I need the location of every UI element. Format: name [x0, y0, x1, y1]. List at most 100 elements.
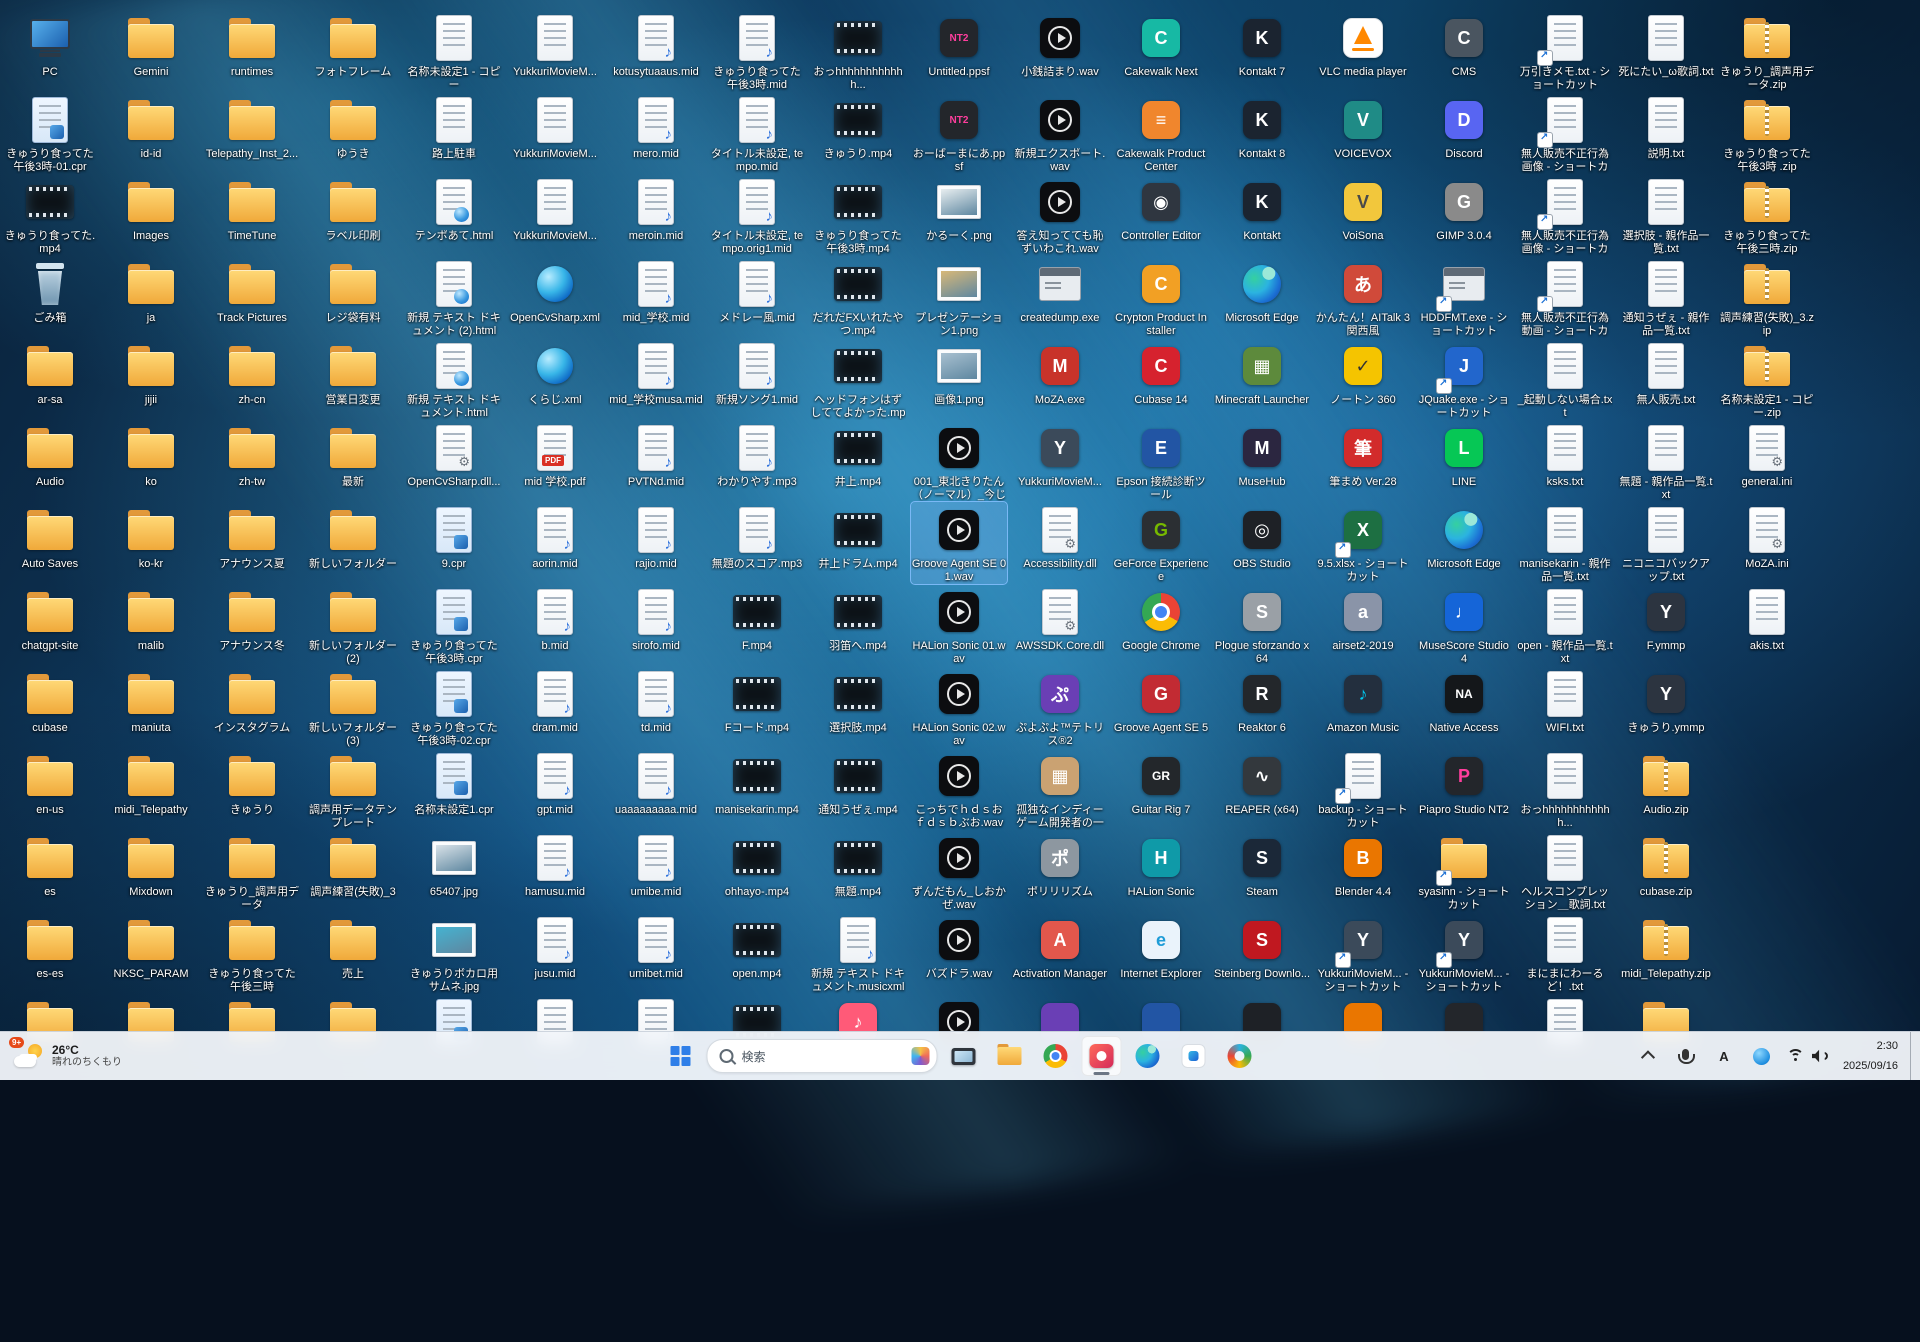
desktop-icon[interactable]: 調声用データテンプレート: [305, 748, 401, 830]
desktop-icon[interactable]: ヘッドフォンはずしててよかった.mp4: [810, 338, 906, 420]
desktop-icon[interactable]: HDDFMT.exe - ショートカット: [1416, 256, 1512, 338]
desktop-icon[interactable]: 万引きメモ.txt - ショートカット: [1517, 10, 1613, 92]
desktop-icon[interactable]: 無人販売不正行為画像 - ショートカッ...: [1517, 92, 1613, 174]
edge-button[interactable]: [1128, 1036, 1168, 1076]
voice-app-button[interactable]: [1174, 1036, 1214, 1076]
desktop-icon[interactable]: mero.mid: [608, 92, 704, 174]
desktop-icon[interactable]: Auto Saves: [2, 502, 98, 584]
desktop-icon[interactable]: 最新: [305, 420, 401, 502]
desktop-icon[interactable]: Telepathy_Inst_2...: [204, 92, 300, 174]
desktop-icon[interactable]: VVoiSona: [1315, 174, 1411, 256]
desktop-icon[interactable]: こっちでｈｄｓおｆｄｓｂぶお.wav: [911, 748, 1007, 830]
file-explorer-button[interactable]: [990, 1036, 1030, 1076]
desktop-icon[interactable]: ▦Minecraft Launcher: [1214, 338, 1310, 420]
desktop-icon[interactable]: createdump.exe: [1012, 256, 1108, 338]
desktop-icon[interactable]: レジ袋有料: [305, 256, 401, 338]
desktop-icon[interactable]: HALion Sonic 02.wav: [911, 666, 1007, 748]
desktop-icon[interactable]: おっhhhhhhhhhhhh...: [810, 10, 906, 92]
desktop-icon[interactable]: インスタグラム: [204, 666, 300, 748]
desktop-icon[interactable]: kotusytuaaus.mid: [608, 10, 704, 92]
desktop-icon[interactable]: 井上ドラム.mp4: [810, 502, 906, 584]
desktop-icon[interactable]: きゅうり食ってた午後3時 .zip: [1719, 92, 1815, 174]
desktop-icon[interactable]: きゅうり食ってた午後3時-02.cpr: [406, 666, 502, 748]
desktop-icon[interactable]: ヘルスコンプレッション＿歌詞.txt: [1517, 830, 1613, 912]
desktop-icon[interactable]: 新規エクスポート.wav: [1012, 92, 1108, 174]
desktop-icon[interactable]: VLC media player: [1315, 10, 1411, 92]
desktop-icon[interactable]: BBlender 4.4: [1315, 830, 1411, 912]
desktop-icon[interactable]: Microsoft Edge: [1416, 502, 1512, 584]
desktop-icon[interactable]: きゅうり食ってた午後3時.cpr: [406, 584, 502, 666]
desktop-icon[interactable]: cubase: [2, 666, 98, 748]
desktop-icon[interactable]: プレゼンテーション1.png: [911, 256, 1007, 338]
tray-microphone-button[interactable]: [1668, 1038, 1704, 1074]
desktop-icon[interactable]: 調声練習(失敗)_3.zip: [1719, 256, 1815, 338]
desktop-icon[interactable]: MMuseHub: [1214, 420, 1310, 502]
desktop-icon[interactable]: きゅうり食ってた午後三時: [204, 912, 300, 994]
desktop-icon[interactable]: malib: [103, 584, 199, 666]
desktop-icon[interactable]: RReaktor 6: [1214, 666, 1310, 748]
desktop-icon[interactable]: きゅうり: [204, 748, 300, 830]
desktop-icon[interactable]: かるーく.png: [911, 174, 1007, 256]
desktop-icon[interactable]: eInternet Explorer: [1113, 912, 1209, 994]
desktop-icon[interactable]: 新規 テキスト ドキュメント.html: [406, 338, 502, 420]
desktop-icon[interactable]: おっhhhhhhhhhhhh...: [1517, 748, 1613, 830]
desktop-icon[interactable]: aairset2-2019: [1315, 584, 1411, 666]
desktop-icon[interactable]: 選択肢.mp4: [810, 666, 906, 748]
desktop-icon[interactable]: td.mid: [608, 666, 704, 748]
desktop-icon[interactable]: 井上.mp4: [810, 420, 906, 502]
desktop-icon[interactable]: mid 学校.pdf: [507, 420, 603, 502]
desktop-icon[interactable]: 名称未設定1 - コピー: [406, 10, 502, 92]
desktop-icon[interactable]: きゅうり.mp4: [810, 92, 906, 174]
desktop-icon[interactable]: GGIMP 3.0.4: [1416, 174, 1512, 256]
desktop-icon[interactable]: CCrypton Product Installer: [1113, 256, 1209, 338]
desktop-icon[interactable]: 選択肢 - 親作品一覧.txt: [1618, 174, 1714, 256]
desktop-icon[interactable]: JJQuake.exe - ショートカット: [1416, 338, 1512, 420]
desktop-icon[interactable]: 9.cpr: [406, 502, 502, 584]
desktop-icon[interactable]: CCakewalk Next: [1113, 10, 1209, 92]
desktop-icon[interactable]: general.ini: [1719, 420, 1815, 502]
desktop-icon[interactable]: LLINE: [1416, 420, 1512, 502]
desktop-icon[interactable]: 通知うぜぇ.mp4: [810, 748, 906, 830]
desktop-icon[interactable]: midi_Telepathy.zip: [1618, 912, 1714, 994]
desktop-icon[interactable]: テンポあて.html: [406, 174, 502, 256]
desktop-icon[interactable]: 新規 テキスト ドキュメント (2).html: [406, 256, 502, 338]
desktop-icon[interactable]: ゆうき: [305, 92, 401, 174]
desktop-icon[interactable]: rajio.mid: [608, 502, 704, 584]
desktop-icon[interactable]: Google Chrome: [1113, 584, 1209, 666]
desktop-icon[interactable]: 新規 テキスト ドキュメント.musicxml: [810, 912, 906, 994]
desktop-icon[interactable]: AActivation Manager: [1012, 912, 1108, 994]
desktop-icon[interactable]: EEpson 接続診断ツール: [1113, 420, 1209, 502]
desktop-icon[interactable]: Yきゅうり.ymmp: [1618, 666, 1714, 748]
desktop-icon[interactable]: あかんたん！AITalk 3 関西風: [1315, 256, 1411, 338]
desktop-icon[interactable]: 無人販売.txt: [1618, 338, 1714, 420]
desktop-icon[interactable]: DDiscord: [1416, 92, 1512, 174]
desktop-icon[interactable]: PVTNd.mid: [608, 420, 704, 502]
desktop-icon[interactable]: aorin.mid: [507, 502, 603, 584]
desktop-icon[interactable]: アナウンス夏: [204, 502, 300, 584]
desktop-icon[interactable]: 小銭詰まり.wav: [1012, 10, 1108, 92]
desktop-icon[interactable]: midi_Telepathy: [103, 748, 199, 830]
desktop-icon[interactable]: Microsoft Edge: [1214, 256, 1310, 338]
desktop-icon[interactable]: akis.txt: [1719, 584, 1815, 666]
desktop-icon[interactable]: zh-cn: [204, 338, 300, 420]
desktop-icon[interactable]: ✓ノートン 360: [1315, 338, 1411, 420]
desktop-icon[interactable]: CCubase 14: [1113, 338, 1209, 420]
desktop-icon[interactable]: KKontakt 7: [1214, 10, 1310, 92]
desktop-icon[interactable]: バズドラ.wav: [911, 912, 1007, 994]
desktop-icon[interactable]: きゅうり食ってた午後3時.mp4: [810, 174, 906, 256]
desktop-icon[interactable]: PPiapro Studio NT2: [1416, 748, 1512, 830]
desktop-icon[interactable]: NANative Access: [1416, 666, 1512, 748]
desktop-icon[interactable]: 001_東北きりたん（ノーマル）_今じゃ...: [911, 420, 1007, 502]
desktop-icon[interactable]: SSteam: [1214, 830, 1310, 912]
desktop-icon[interactable]: open - 親作品一覧.txt: [1517, 584, 1613, 666]
desktop-icon[interactable]: KKontakt 8: [1214, 92, 1310, 174]
desktop-icon[interactable]: umibe.mid: [608, 830, 704, 912]
desktop-icon[interactable]: hamusu.mid: [507, 830, 603, 912]
desktop-icon[interactable]: _起動しない場合.txt: [1517, 338, 1613, 420]
desktop-icon[interactable]: syasinn - ショートカット: [1416, 830, 1512, 912]
desktop-icon[interactable]: CCMS: [1416, 10, 1512, 92]
desktop-icon[interactable]: ♪Amazon Music: [1315, 666, 1411, 748]
desktop-icon[interactable]: ニコニコバックアップ.txt: [1618, 502, 1714, 584]
desktop-icon[interactable]: タイトル未設定, tempo.orig1.mid: [709, 174, 805, 256]
desktop-icon[interactable]: 通知うぜぇ - 親作品一覧.txt: [1618, 256, 1714, 338]
